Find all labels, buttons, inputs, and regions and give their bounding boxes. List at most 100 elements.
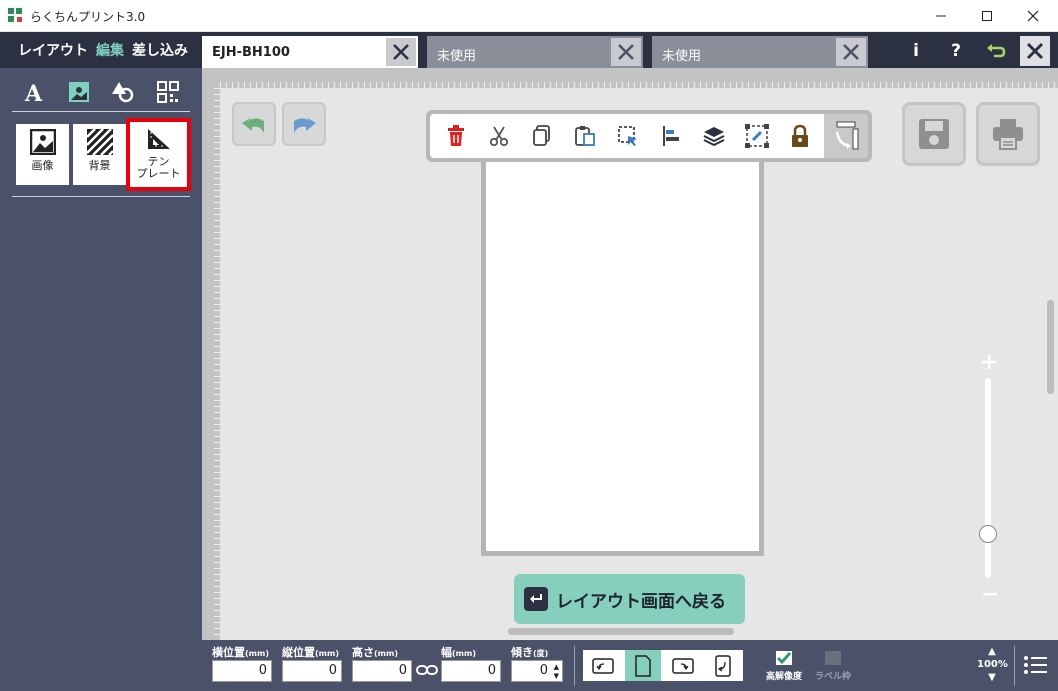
height-input[interactable]: 0 [352,660,412,682]
floating-toolbar [426,110,872,162]
info-button[interactable]: i [900,36,932,66]
lock-button[interactable] [785,121,815,151]
y-position-input[interactable]: 0 [282,660,342,682]
zoom-slider-track[interactable] [985,378,991,578]
image-tool-button[interactable] [64,77,94,107]
ruler-ticks [202,88,220,640]
width-input[interactable]: 0 [441,660,501,682]
page-rotate-flip-icon [715,654,731,677]
doc-tab-2[interactable]: 未使用 [427,36,643,68]
text-tool-button[interactable]: A [19,77,49,107]
vertical-scrollbar[interactable] [1047,300,1054,394]
page-rotate-right-icon [672,657,694,674]
svg-text:A: A [24,81,43,104]
return-button[interactable] [980,36,1012,66]
mode-tab-edit[interactable]: 編集 [96,40,124,60]
close-tab-button[interactable] [611,38,641,66]
aspect-link-icon[interactable] [416,664,438,676]
paste-icon [574,126,595,146]
zoom-readout[interactable]: ▲ 100% ▼ [977,645,1008,684]
card-image[interactable]: 画像 [16,124,69,185]
rotate-180-button[interactable] [705,650,741,681]
rotate-left-button[interactable] [585,650,621,681]
checkbox-unchecked-icon [825,651,841,665]
doc-tab-1[interactable]: EJH-BH100 [202,36,418,68]
select-area-button[interactable] [613,121,643,151]
delete-button[interactable] [441,121,471,151]
mode-tabs: レイアウト 編集 差し込み [0,32,202,68]
mode-tab-layout[interactable]: レイアウト [18,40,88,60]
shapes-icon [112,81,134,102]
close-tab-button[interactable] [386,38,416,66]
layers-button[interactable] [699,121,729,151]
canvas-area[interactable]: + − レイアウト画面へ戻る [220,88,1058,640]
close-app-button[interactable] [1020,36,1050,66]
list-menu-button[interactable] [1020,650,1050,680]
label-page[interactable] [481,132,764,556]
printer-icon [993,119,1023,150]
print-button[interactable] [976,102,1040,166]
portrait-button[interactable] [625,650,661,681]
close-icon [393,44,409,60]
field-height: 高さ(mm) 0 [352,644,412,682]
minimize-button[interactable] [918,0,964,32]
card-template[interactable]: テン プレート [126,118,191,191]
align-button[interactable] [656,121,686,151]
doc-tab-3[interactable]: 未使用 [652,36,868,68]
undo-button[interactable] [232,102,276,146]
help-button[interactable]: ? [940,36,972,66]
shapes-tool-button[interactable] [108,77,138,107]
field-x-position: 横位置(mm) 0 [212,644,272,682]
layers-icon [703,127,725,147]
group-button[interactable] [742,121,772,151]
image-icon [68,81,89,102]
copy-button[interactable] [527,121,557,151]
close-icon [1027,10,1039,22]
back-to-layout-label: レイアウト画面へ戻る [556,591,726,612]
card-background[interactable]: 背景 [73,124,126,185]
redo-icon [294,117,316,133]
card-label: テン プレート [136,155,181,180]
group-link-icon [745,124,770,148]
horizontal-scrollbar[interactable] [508,628,734,635]
rotation-input[interactable]: 0 ▲ ▼ [511,660,563,682]
high-res-toggle[interactable]: 高解像度 [759,650,809,682]
zoom-down-arrow[interactable]: ▼ [977,671,1007,684]
redo-button[interactable] [282,102,326,146]
zoom-out-button[interactable]: − [981,582,999,607]
close-window-button[interactable] [1010,0,1056,32]
zoom-slider-knob[interactable] [979,525,997,543]
field-rotation: 傾き(度) 0 ▲ ▼ [511,644,563,682]
cut-button[interactable] [484,121,514,151]
divider [574,646,575,686]
close-icon [843,44,859,60]
align-left-icon [663,126,680,146]
minimize-icon [936,15,946,17]
maximize-button[interactable] [964,0,1010,32]
paste-button[interactable] [570,121,600,151]
zoom-level-text: 100% [977,659,1008,670]
mode-tab-merge[interactable]: 差し込み [132,40,188,60]
maximize-icon [982,11,992,21]
ruler-vertical [202,88,220,640]
rotate-right-button[interactable] [665,650,701,681]
x-position-input[interactable]: 0 [212,660,272,682]
enter-return-icon [524,587,548,611]
rotate-page-button[interactable] [824,114,868,158]
back-to-layout-button[interactable]: レイアウト画面へ戻る [514,574,745,624]
field-y-position: 縦位置(mm) 0 [282,644,342,682]
doc-tab-label: 未使用 [662,49,702,64]
save-button[interactable] [902,102,966,166]
cut-icon [489,126,508,147]
zoom-up-arrow[interactable]: ▲ [977,645,1007,658]
divider [12,196,190,197]
zoom-in-button[interactable]: + [980,350,998,375]
label-frame-toggle[interactable]: ラベル枠 [808,650,858,682]
qrcode-icon [156,80,179,103]
close-tab-button[interactable] [836,38,866,66]
text-icon: A [24,81,43,104]
qrcode-tool-button[interactable] [153,77,183,107]
rotation-stepper[interactable]: ▲ ▼ [551,663,559,681]
rotate-page-icon [835,121,859,150]
template-ruler-icon [147,129,170,149]
